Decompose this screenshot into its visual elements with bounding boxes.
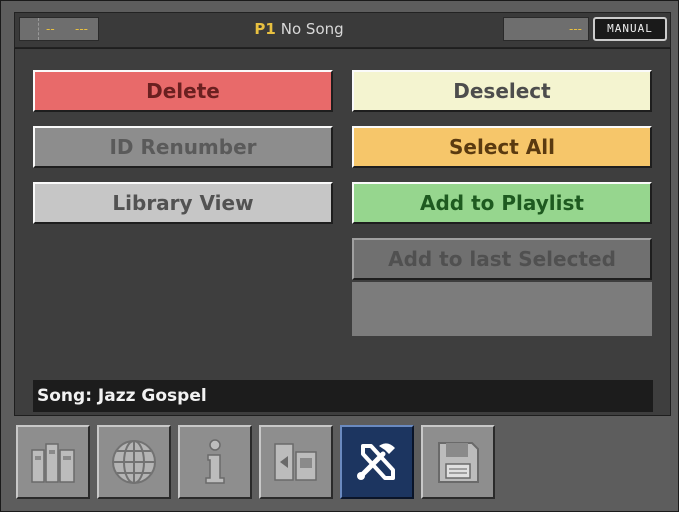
library-columns-icon — [31, 443, 75, 483]
actions-panel: Delete ID Renumber Library View Deselect… — [14, 48, 671, 416]
bottom-toolbar — [14, 422, 514, 502]
empty-slot — [352, 282, 652, 336]
floppy-disk-icon — [438, 442, 479, 483]
deselect-button[interactable]: Deselect — [352, 70, 652, 112]
library-columns-button[interactable] — [16, 425, 90, 499]
media-transfer-icon — [274, 443, 317, 481]
library-view-button[interactable]: Library View — [33, 182, 333, 224]
globe-icon — [112, 440, 156, 484]
info-button[interactable] — [178, 425, 252, 499]
player-id: P1 — [254, 20, 276, 38]
globe-button[interactable] — [97, 425, 171, 499]
song-status: No Song — [280, 20, 344, 38]
track-indicator-a: -- — [46, 22, 55, 36]
selected-song-label: Song: Jazz Gospel — [33, 380, 653, 412]
add-to-last-selected-button[interactable]: Add to last Selected — [352, 238, 652, 280]
add-to-playlist-button[interactable]: Add to Playlist — [352, 182, 652, 224]
status-bar: -- --- P1 No Song --- MANUAL — [14, 12, 671, 48]
tools-icon — [357, 443, 395, 480]
info-icon — [205, 439, 225, 484]
save-button[interactable] — [421, 425, 495, 499]
mode-badge[interactable]: MANUAL — [593, 17, 667, 41]
time-display: --- — [503, 17, 589, 41]
track-indicator-b: --- — [75, 22, 88, 36]
track-position-display: -- --- — [19, 17, 99, 41]
app-window: -- --- P1 No Song --- MANUAL Delete ID Re… — [0, 0, 679, 512]
media-transfer-button[interactable] — [259, 425, 333, 499]
id-renumber-button[interactable]: ID Renumber — [33, 126, 333, 168]
select-all-button[interactable]: Select All — [352, 126, 652, 168]
now-playing-title: P1 No Song — [100, 17, 498, 41]
delete-button[interactable]: Delete — [33, 70, 333, 112]
tools-button[interactable] — [340, 425, 414, 499]
